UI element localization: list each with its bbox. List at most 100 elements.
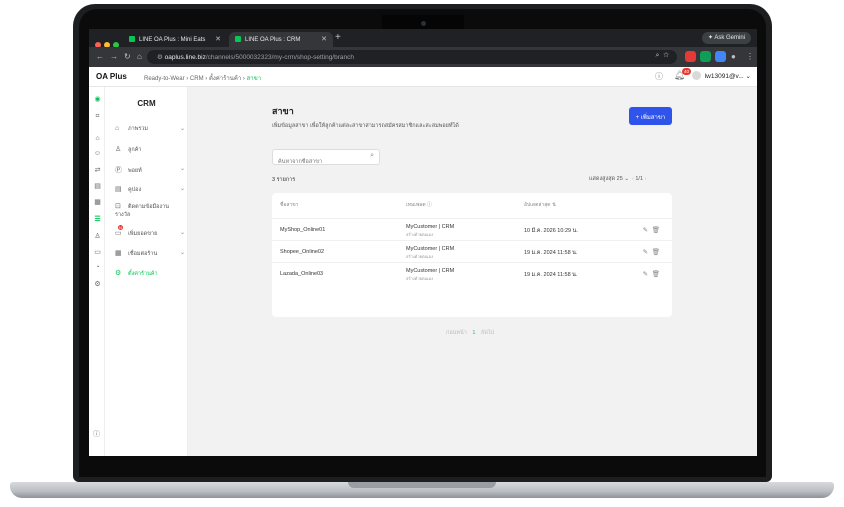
extension-icon[interactable] <box>700 51 711 62</box>
template-cell: MyCustomer | CRM สร้างด้วยตนเอง <box>406 224 454 238</box>
report-icon[interactable]: ▭ <box>93 248 102 257</box>
template-name: MyCustomer | CRM <box>406 246 455 252</box>
user-icon[interactable]: ♙ <box>93 232 102 241</box>
updated-at: 19 ม.ค. 2024 11:58 น. <box>524 272 578 278</box>
app-header: OA Plus Ready-to-Wear › CRM › ตั้งค่าร้า… <box>89 67 757 87</box>
sidebar-item-coupons[interactable]: ▤ คูปอง ⌄ <box>115 185 185 194</box>
bookmark-star-icon[interactable]: ☆ <box>663 52 669 59</box>
timer-icon[interactable]: ◔ <box>93 264 102 273</box>
sidebar-item-label: คูปอง <box>128 187 142 193</box>
branch-table: ชื่อสาขา เทมเพลต ⓘ อัปเดตล่าสุด ⇅ MyShop… <box>272 193 672 317</box>
connect-icon[interactable]: ⇄ <box>93 166 102 175</box>
branch-name: Shopee_Online02 <box>280 249 325 255</box>
search-icon[interactable]: ⌕ <box>370 152 374 160</box>
template-subtext: สร้างด้วยตนเอง <box>406 232 434 237</box>
zoom-icon[interactable]: ⌕ <box>655 52 659 59</box>
user-menu[interactable]: lw13091@v... ⌄ <box>691 71 751 80</box>
tab-crm[interactable]: LINE OA Plus : CRM ✕ <box>229 32 333 47</box>
app-logo[interactable]: OA Plus <box>96 72 127 81</box>
branch-name: Lazada_Online03 <box>280 271 324 277</box>
sidebar-item-rewards[interactable]: ⊡ ติดตามข้อมืองาน รางวัล <box>115 203 185 219</box>
shop-avatar-icon[interactable]: ◉ <box>93 95 102 104</box>
breadcrumb-branch: สาขา <box>246 76 262 82</box>
home-icon[interactable]: ⌂ <box>137 52 142 61</box>
edit-icon[interactable]: ✎ <box>643 271 648 278</box>
close-tab-icon[interactable]: ✕ <box>215 35 221 43</box>
screen-chin <box>79 460 766 477</box>
sidebar-item-overview[interactable]: ⌂ ภาพรวม ⌄ <box>115 125 185 133</box>
trash-icon[interactable]: 🗑︎ <box>652 249 660 256</box>
site-info-icon[interactable]: ⚙ <box>157 54 165 61</box>
next-page-icon[interactable]: › <box>645 176 647 182</box>
info-icon[interactable]: ⓘ <box>93 429 100 439</box>
line-favicon-icon <box>235 36 241 42</box>
sidebar-item-connect[interactable]: ▦ เชื่อมต่อร้าน ⌄ <box>115 249 185 258</box>
sidebar-item-customers[interactable]: ♙ ลูกค้า <box>115 145 185 154</box>
breadcrumb-shop[interactable]: Ready-to-Wear <box>144 76 185 82</box>
sidebar-item-shop-settings[interactable]: ⚙ ตั้งค่าร้านค้า <box>115 269 185 278</box>
trash-icon[interactable]: 🗑︎ <box>652 271 660 278</box>
search-input[interactable] <box>273 155 359 169</box>
per-page-select[interactable]: 25 ⌄ <box>617 176 629 182</box>
chevron-down-icon: ⌄ <box>179 186 185 192</box>
trash-icon[interactable]: 🗑︎ <box>652 227 660 234</box>
ask-gemini-button[interactable]: ✦ Ask Gemini <box>701 32 751 44</box>
expand-icon[interactable]: ⌗ <box>93 113 102 122</box>
breadcrumb: Ready-to-Wear › CRM › ตั้งค่าร้านค้า › ส… <box>144 73 261 83</box>
new-badge: N <box>118 225 123 230</box>
reload-icon[interactable]: ↻ <box>124 52 131 61</box>
message-icon[interactable]: ▤ <box>93 182 102 191</box>
chevron-down-icon: ⌄ <box>624 176 629 182</box>
new-tab-button[interactable]: + <box>335 32 341 43</box>
add-branch-button[interactable]: + เพิ่มสาขา <box>629 107 672 125</box>
page-indicator: 1/1 <box>635 176 644 182</box>
tab-label: LINE OA Plus : Mini Eats <box>139 37 206 43</box>
home-icon[interactable]: ⌂ <box>93 135 102 144</box>
result-count: 3 รายการ <box>272 177 296 183</box>
forward-arrow-icon[interactable]: → <box>110 52 118 61</box>
column-header[interactable]: อัปเดตล่าสุด ⇅ <box>524 201 556 209</box>
chat-icon[interactable]: ☺ <box>93 150 102 159</box>
page-description: เพิ่มข้อมูลสาขา เพื่อให้ลูกค้าแต่ละสาขาส… <box>272 123 459 129</box>
table-row[interactable]: MyShop_Online01 MyCustomer | CRM สร้างด้ว… <box>272 218 672 240</box>
tab-mini-eats[interactable]: LINE OA Plus : Mini Eats ✕ <box>123 32 227 47</box>
template-cell: MyCustomer | CRM สร้างด้วยตนเอง <box>406 246 454 260</box>
extension-icon[interactable] <box>715 51 726 62</box>
sidebar-item-points[interactable]: Ⓟ พอยท์ ⌄ <box>115 165 185 175</box>
extension-icon[interactable] <box>685 51 696 62</box>
sidebar-item-label: พอยท์ <box>128 168 142 174</box>
sidebar-item-label: เพิ่มยอดขาย <box>128 231 158 237</box>
profile-icon[interactable]: ● <box>731 52 736 61</box>
back-arrow-icon[interactable]: ← <box>96 52 104 61</box>
chevron-down-icon: ⌄ <box>179 126 185 132</box>
page-title: สาขา <box>272 106 294 116</box>
search-box: ⌕ <box>272 149 380 169</box>
grid-icon[interactable]: ▦ <box>93 198 102 207</box>
sidebar-item-sales[interactable]: ▭ N เพิ่มยอดขาย ⌄ <box>115 225 185 238</box>
edit-icon[interactable]: ✎ <box>643 227 648 234</box>
crm-icon[interactable]: ☰ <box>93 215 102 224</box>
chevron-down-icon: ⌄ <box>745 73 751 80</box>
pager-next[interactable]: ถัดไป <box>481 330 494 336</box>
url-domain: oaplus.line.biz <box>164 54 206 61</box>
help-icon[interactable]: ⓘ <box>655 71 663 82</box>
template-subtext: สร้างด้วยตนเอง <box>406 276 434 281</box>
table-row[interactable]: Lazada_Online03 MyCustomer | CRM สร้างด้ว… <box>272 262 672 284</box>
kebab-menu-icon[interactable]: ⋮ <box>746 52 754 61</box>
pager-prev[interactable]: ก่อนหน้า <box>446 330 467 336</box>
template-subtext: สร้างด้วยตนเอง <box>406 254 434 259</box>
address-bar[interactable]: ⚙ oaplus.line.biz/channels/5000032323/my… <box>147 50 677 64</box>
gear-icon: ⚙ <box>115 270 122 277</box>
gear-icon[interactable]: ⚙ <box>93 280 102 289</box>
edit-icon[interactable]: ✎ <box>643 249 648 256</box>
breadcrumb-settings[interactable]: ตั้งค่าร้านค้า <box>209 76 241 82</box>
prev-page-icon[interactable]: ‹ <box>632 176 634 182</box>
tab-label: LINE OA Plus : CRM <box>245 37 301 43</box>
close-tab-icon[interactable]: ✕ <box>321 35 327 43</box>
sidebar-item-label: เชื่อมต่อร้าน <box>128 251 158 257</box>
table-row[interactable]: Shopee_Online02 MyCustomer | CRM สร้างด้ว… <box>272 240 672 262</box>
sidebar-title: CRM <box>137 99 156 108</box>
pager-current[interactable]: 1 <box>472 330 475 336</box>
gemini-label: Ask Gemini <box>714 35 745 41</box>
breadcrumb-crm[interactable]: CRM <box>190 76 204 82</box>
